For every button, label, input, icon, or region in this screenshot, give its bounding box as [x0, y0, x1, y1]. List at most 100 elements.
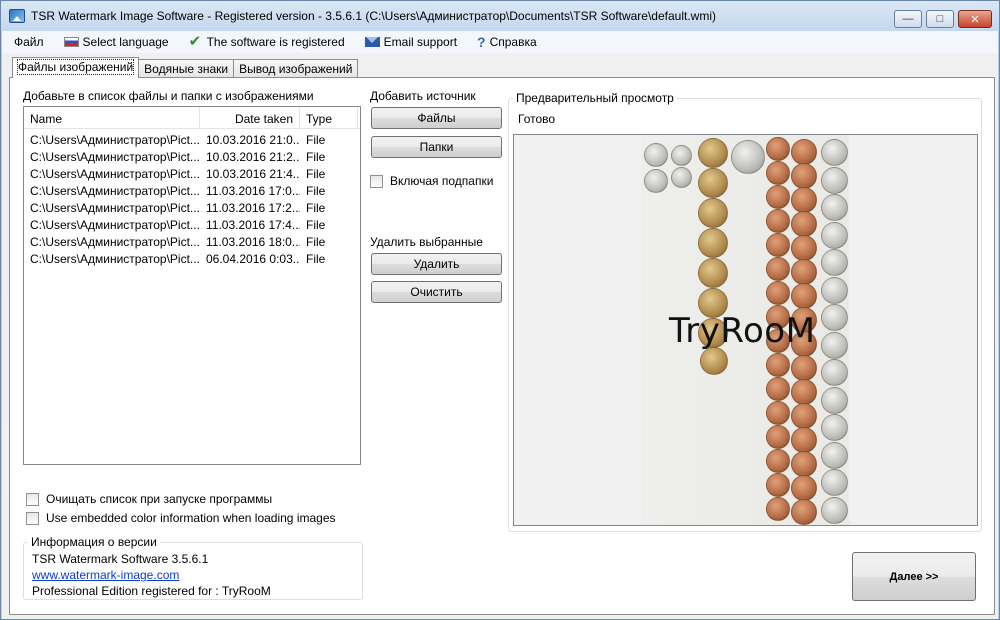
app-window: TSR Watermark Image Software - Registere… — [0, 0, 1000, 620]
file-date: 10.03.2016 21:4... — [206, 167, 300, 181]
tab-image-output-label: Вывод изображений — [239, 62, 353, 76]
minimize-button[interactable]: — — [894, 10, 922, 28]
coin-image — [821, 331, 848, 359]
tab-image-output[interactable]: Вывод изображений — [233, 59, 359, 78]
file-name: C:\Users\Администратор\Pict... — [30, 184, 200, 198]
coin-image — [791, 259, 817, 285]
column-type[interactable]: Type — [300, 107, 358, 128]
table-row[interactable]: C:\Users\Администратор\Pict... 06.04.201… — [24, 251, 360, 268]
menu-select-language[interactable]: Select language — [52, 31, 177, 53]
table-row[interactable]: C:\Users\Администратор\Pict... 11.03.201… — [24, 200, 360, 217]
table-row[interactable]: C:\Users\Администратор\Pict... 10.03.201… — [24, 166, 360, 183]
coin-image — [791, 379, 817, 405]
title-bar[interactable]: TSR Watermark Image Software - Registere… — [1, 1, 999, 31]
tab-image-files[interactable]: Файлы изображений — [12, 57, 140, 78]
checkmark-icon: ✔ — [188, 33, 202, 50]
coin-image — [766, 233, 790, 257]
coin-image — [791, 427, 817, 453]
clear-on-start-checkbox[interactable]: Очищать список при запуске программы — [26, 492, 272, 506]
coin-image — [791, 187, 817, 213]
next-button[interactable]: Далее >> — [852, 552, 976, 601]
version-edition: Professional Edition registered for : Tr… — [32, 584, 271, 598]
coin-image — [766, 281, 790, 305]
coin-image — [644, 143, 668, 167]
menu-registered-label: The software is registered — [206, 35, 345, 49]
checkbox-box[interactable] — [26, 511, 39, 525]
file-name: C:\Users\Администратор\Pict... — [30, 201, 200, 215]
coin-image — [766, 257, 790, 281]
coin-image — [731, 140, 765, 174]
coin-image — [821, 194, 848, 221]
coin-image — [766, 449, 790, 473]
version-info-title: Информация о версии — [28, 535, 160, 549]
tab-watermarks[interactable]: Водяные знаки — [138, 59, 235, 78]
coin-image — [821, 221, 848, 249]
maximize-button[interactable]: □ — [926, 10, 954, 28]
file-name: C:\Users\Администратор\Pict... — [30, 167, 200, 181]
coin-image — [791, 211, 817, 237]
tab-strip: Файлы изображений Водяные знаки Вывод из… — [12, 56, 359, 78]
file-type: File — [306, 133, 326, 147]
files-list[interactable]: Name Date taken Type C:\Users\Администра… — [23, 106, 361, 465]
coin-image — [766, 353, 790, 377]
menu-file-label: Файл — [14, 35, 44, 49]
version-product: TSR Watermark Software 3.5.6.1 — [32, 552, 209, 566]
website-link-text[interactable]: www.watermark-image.com — [32, 568, 179, 582]
menu-file[interactable]: Файл — [2, 31, 52, 53]
coin-image — [821, 496, 848, 524]
menu-bar: Файл Select language ✔ The software is r… — [2, 31, 998, 53]
table-row[interactable]: C:\Users\Администратор\Pict... 11.03.201… — [24, 217, 360, 234]
coin-image — [766, 425, 790, 449]
coin-image — [791, 139, 817, 165]
coin-image — [821, 359, 848, 386]
envelope-icon — [364, 37, 380, 47]
coin-image — [791, 235, 817, 261]
version-website-link[interactable]: www.watermark-image.com — [32, 568, 179, 582]
menu-help-label: Справка — [489, 35, 537, 49]
table-row[interactable]: C:\Users\Администратор\Pict... 11.03.201… — [24, 183, 360, 200]
menu-email-support[interactable]: Email support — [353, 31, 465, 53]
menu-help[interactable]: ? Справка — [465, 31, 545, 53]
embedded-color-checkbox[interactable]: Use embedded color information when load… — [26, 511, 336, 525]
coin-image — [766, 497, 790, 521]
coin-image — [821, 441, 848, 469]
include-subfolders-checkbox[interactable]: Включая подпапки — [370, 174, 493, 188]
coin-image — [698, 168, 728, 198]
column-date-taken[interactable]: Date taken — [200, 107, 300, 128]
column-name[interactable]: Name — [24, 107, 200, 128]
table-row[interactable]: C:\Users\Администратор\Pict... 10.03.201… — [24, 149, 360, 166]
delete-button[interactable]: Удалить — [371, 253, 502, 275]
checkbox-box[interactable] — [370, 174, 383, 188]
file-type: File — [306, 201, 326, 215]
window-title: TSR Watermark Image Software - Registere… — [31, 9, 716, 23]
file-name: C:\Users\Администратор\Pict... — [30, 235, 200, 249]
files-list-header: Name Date taken Type — [24, 107, 360, 129]
checkbox-box[interactable] — [26, 492, 39, 506]
files-list-body: C:\Users\Администратор\Pict... 10.03.201… — [24, 129, 360, 268]
preview-status: Готово — [518, 112, 556, 126]
add-files-button[interactable]: Файлы — [371, 107, 502, 129]
clear-on-start-label: Очищать список при запуске программы — [46, 492, 273, 506]
file-date: 11.03.2016 18:0... — [206, 235, 300, 249]
coin-image — [698, 198, 728, 228]
help-icon: ? — [477, 34, 486, 50]
file-name: C:\Users\Администратор\Pict... — [30, 252, 200, 266]
menu-registered[interactable]: ✔ The software is registered — [177, 31, 353, 53]
clear-button[interactable]: Очистить — [371, 281, 502, 303]
file-name: C:\Users\Администратор\Pict... — [30, 150, 200, 164]
file-date: 06.04.2016 0:03... — [206, 252, 300, 266]
embedded-color-label: Use embedded color information when load… — [46, 511, 336, 525]
close-button[interactable]: ✕ — [958, 10, 992, 28]
table-row[interactable]: C:\Users\Администратор\Pict... 11.03.201… — [24, 234, 360, 251]
coin-image — [766, 137, 790, 161]
tab-watermarks-label: Водяные знаки — [144, 62, 229, 76]
coin-image — [821, 276, 848, 304]
coin-image — [671, 167, 692, 188]
menu-language-label: Select language — [82, 35, 169, 49]
table-row[interactable]: C:\Users\Администратор\Pict... 10.03.201… — [24, 132, 360, 149]
coin-image — [821, 139, 848, 166]
file-name: C:\Users\Администратор\Pict... — [30, 133, 200, 147]
file-type: File — [306, 218, 326, 232]
file-type: File — [306, 184, 326, 198]
add-folders-button[interactable]: Папки — [371, 136, 502, 158]
